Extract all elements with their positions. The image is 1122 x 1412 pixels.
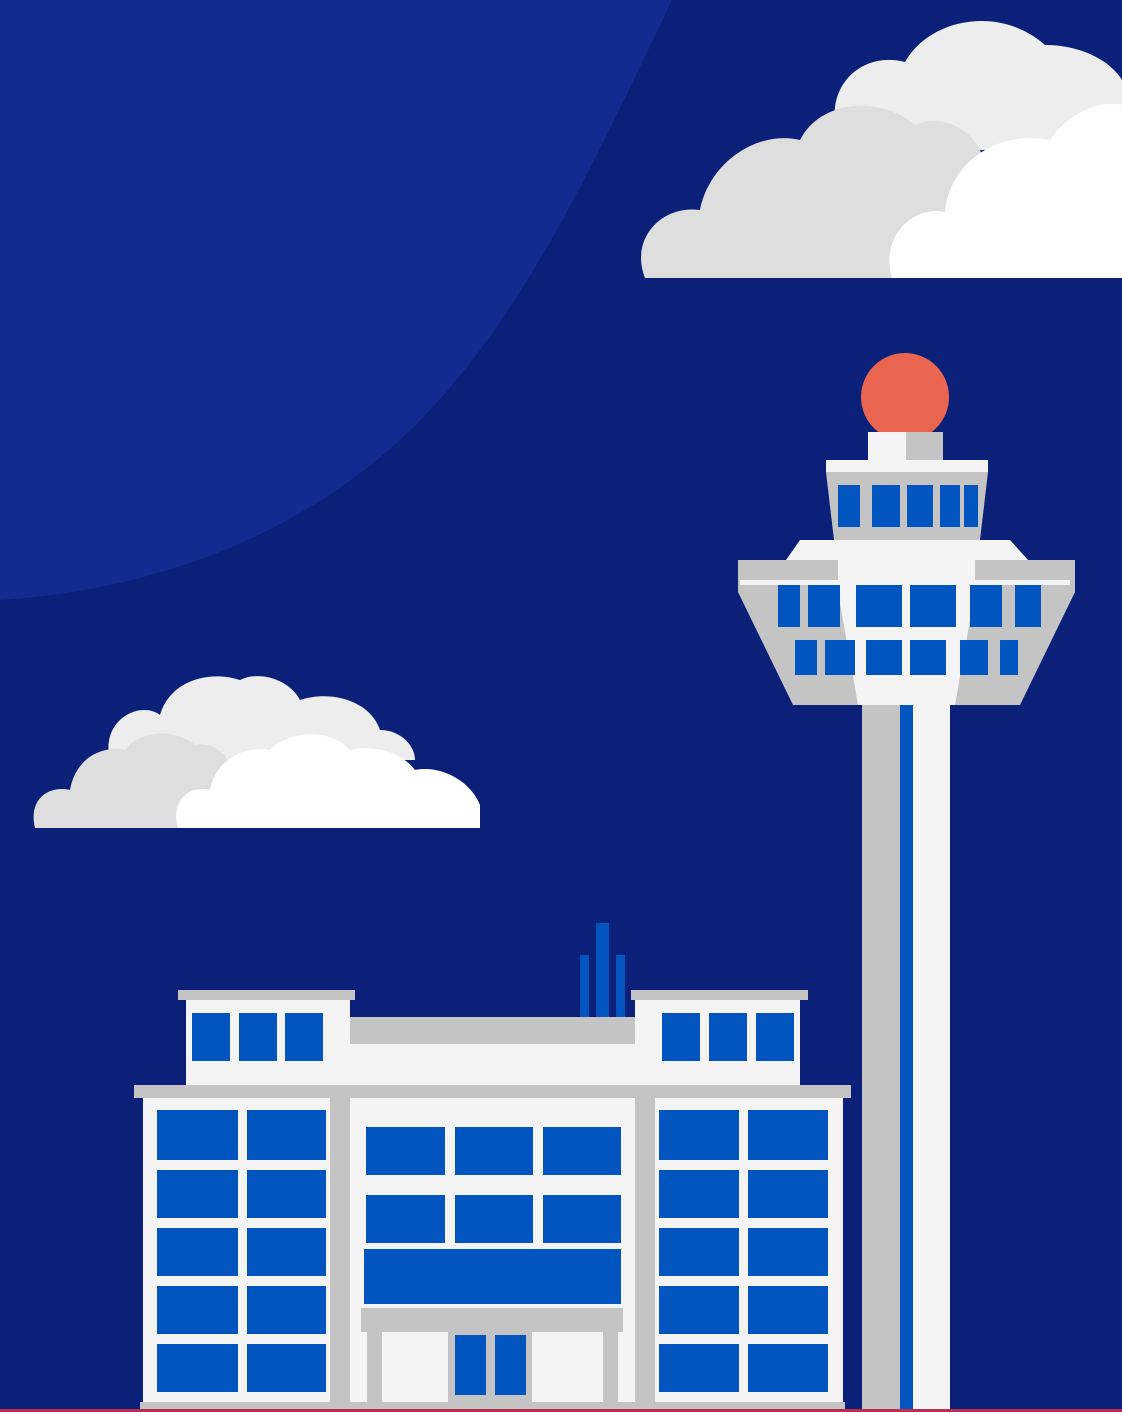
airport-scene [0,0,1122,1412]
roof-right-ledge [631,990,808,1000]
roof-left-ledge [178,990,355,1000]
roof-center-band [350,1027,635,1044]
tower-upper-windows [838,485,978,527]
beacon-icon [861,353,949,441]
tower-shaft-stripe [900,705,913,1412]
tower-mid-roof [786,540,1028,560]
tower-cab-rail [740,580,1070,585]
roof-right-windows [662,1013,794,1061]
left-divider-pillar [330,1098,350,1412]
center-windows [364,1127,621,1304]
tower-shaft-highlight [913,705,950,1412]
tower-top-cap-highlight [868,432,906,462]
main-roof-ledge [134,1085,851,1098]
entrance-left-post [367,1332,382,1412]
tower-upper-roof [826,460,988,472]
right-divider-pillar [635,1098,655,1412]
roof-center-ledge [344,1017,641,1027]
roof-left-windows [192,1013,323,1061]
entrance-right-post [603,1332,618,1412]
